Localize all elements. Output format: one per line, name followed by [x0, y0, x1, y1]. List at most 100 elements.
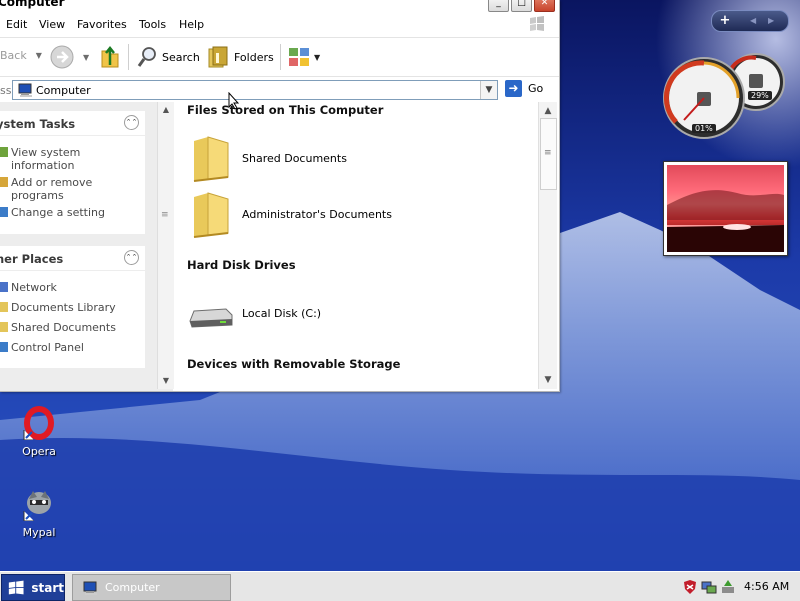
windows-logo-icon — [8, 580, 24, 594]
computer-icon — [18, 83, 32, 97]
windows-logo-icon — [530, 16, 544, 31]
toolbar-separator — [280, 44, 281, 70]
cpu-percent: 01% — [692, 124, 716, 133]
folder-shared-documents[interactable]: Shared Documents — [188, 132, 388, 184]
scroll-up-icon[interactable]: ▲ — [541, 104, 555, 118]
views-icon — [289, 48, 309, 66]
gadget-next-icon[interactable]: ▶ — [768, 11, 774, 31]
desktop-icon-opera[interactable]: Opera — [4, 406, 74, 458]
forward-dropdown-icon[interactable]: ▼ — [83, 53, 89, 62]
other-places-panel: her Places ⌃⌃ Network Documents Library … — [0, 246, 145, 368]
menu-help[interactable]: Help — [179, 18, 204, 31]
taskbar-button-computer[interactable]: Computer — [72, 574, 231, 601]
back-button[interactable]: Back ▼ — [0, 49, 42, 62]
group-header-hard-disks: Hard Disk Drives — [187, 258, 296, 272]
other-places-body: Network Documents Library Shared Documen… — [0, 271, 145, 368]
scroll-down-icon[interactable]: ▼ — [160, 375, 172, 387]
group-header-files: Files Stored on This Computer — [187, 103, 384, 117]
search-icon — [137, 47, 156, 67]
folder-administrators-documents[interactable]: Administrator's Documents — [188, 188, 408, 240]
collapse-icon[interactable]: ⌃⌃ — [124, 250, 139, 265]
info-icon — [0, 147, 8, 157]
programs-icon — [0, 177, 8, 187]
title-bar[interactable]: Computer _ □ ✕ — [0, 0, 559, 12]
place-label: Network — [11, 281, 57, 294]
content-scrollbar[interactable]: ▲ ≡ ▼ — [538, 102, 557, 389]
toolbar-separator — [128, 44, 129, 70]
opera-icon — [23, 406, 54, 441]
task-pane: ystem Tasks ⌃⌃ View system information A… — [0, 102, 174, 391]
scroll-down-icon[interactable]: ▼ — [541, 373, 555, 387]
scroll-grip-icon[interactable]: ≡ — [161, 210, 169, 220]
folders-icon — [208, 46, 228, 68]
network-icon[interactable] — [701, 579, 717, 595]
go-label: Go — [528, 82, 544, 95]
task-change-setting[interactable]: Change a setting — [0, 206, 140, 220]
up-folder-button[interactable] — [100, 45, 120, 69]
address-bar: ss Computer ▼ ➜ Go — [0, 78, 559, 102]
scroll-grip-icon: ≡ — [544, 148, 552, 158]
up-folder-icon — [101, 45, 119, 68]
clock: 4:56 AM — [744, 580, 790, 593]
menu-tools[interactable]: Tools — [139, 18, 166, 31]
control-panel-icon — [0, 342, 8, 352]
mypal-icon — [23, 491, 51, 522]
taskbar-button-label: Computer — [105, 581, 160, 594]
documents-icon — [0, 302, 8, 312]
back-dropdown-icon[interactable]: ▼ — [36, 51, 42, 60]
folders-label: Folders — [234, 50, 274, 64]
start-button[interactable]: start — [1, 574, 65, 601]
add-gadget-button[interactable]: + — [712, 11, 738, 31]
control-panel-icon — [0, 207, 8, 217]
cpu-meter-gadget[interactable]: 01% 29% — [662, 52, 790, 147]
window-title: Computer — [0, 0, 65, 9]
desktop-icon-label: Opera — [22, 445, 56, 458]
folder-icon — [193, 136, 229, 182]
task-pane-scrollbar[interactable]: ▲ ≡ ▼ — [157, 102, 174, 389]
gadget-prev-icon[interactable]: ◀ — [750, 11, 756, 31]
close-button[interactable]: ✕ — [534, 0, 555, 12]
menu-edit[interactable]: Edit — [6, 18, 27, 31]
task-label: Change a setting — [11, 206, 105, 219]
slideshow-gadget[interactable] — [663, 161, 788, 256]
security-shield-icon[interactable] — [682, 579, 698, 595]
task-view-system-information[interactable]: View system information — [0, 146, 140, 174]
drive-local-disk-c[interactable]: Local Disk (C:) — [188, 298, 388, 334]
address-field[interactable]: Computer ▼ — [12, 80, 498, 100]
group-header-removable: Devices with Removable Storage — [187, 357, 401, 371]
menu-view[interactable]: View — [39, 18, 65, 31]
go-arrow-icon: ➜ — [505, 80, 522, 97]
memory-percent: 29% — [748, 91, 772, 100]
address-dropdown-icon[interactable]: ▼ — [480, 81, 497, 99]
search-button[interactable]: Search — [137, 46, 200, 68]
scroll-thumb[interactable]: ≡ — [540, 118, 557, 190]
desktop-icon-label: Mypal — [22, 526, 56, 539]
other-places-header[interactable]: her Places ⌃⌃ — [0, 246, 145, 271]
go-button[interactable]: ➜ Go — [505, 80, 543, 97]
forward-button[interactable]: ▼ — [50, 45, 89, 69]
collapse-icon[interactable]: ⌃⌃ — [124, 115, 139, 130]
scroll-up-icon[interactable]: ▲ — [160, 104, 172, 116]
folder-icon — [193, 192, 229, 238]
views-dropdown-icon[interactable]: ▼ — [314, 53, 320, 62]
search-label: Search — [162, 50, 200, 64]
forward-arrow-icon — [50, 45, 74, 69]
system-tasks-panel: ystem Tasks ⌃⌃ View system information A… — [0, 111, 145, 234]
safely-remove-icon[interactable] — [720, 579, 736, 595]
task-add-remove-programs[interactable]: Add or remove programs — [0, 176, 140, 204]
address-label: ss — [0, 84, 12, 97]
network-icon — [0, 282, 8, 292]
gadget-toolbar: + ◀ ▶ — [711, 10, 789, 32]
views-button[interactable]: ▼ — [288, 46, 320, 68]
item-label: Shared Documents — [242, 152, 347, 165]
panel-title: ystem Tasks — [0, 117, 76, 131]
system-tasks-header[interactable]: ystem Tasks ⌃⌃ — [0, 111, 145, 136]
maximize-button[interactable]: □ — [511, 0, 532, 12]
back-label: Back — [0, 49, 27, 62]
minimize-button[interactable]: _ — [488, 0, 509, 12]
desktop-icon-mypal[interactable]: Mypal — [4, 487, 74, 539]
menu-favorites[interactable]: Favorites — [77, 18, 127, 31]
toolbar: Back ▼ ▼ Search Folders ▼ — [0, 37, 559, 77]
folders-button[interactable]: Folders — [207, 45, 274, 69]
sunset-photo — [667, 165, 784, 252]
